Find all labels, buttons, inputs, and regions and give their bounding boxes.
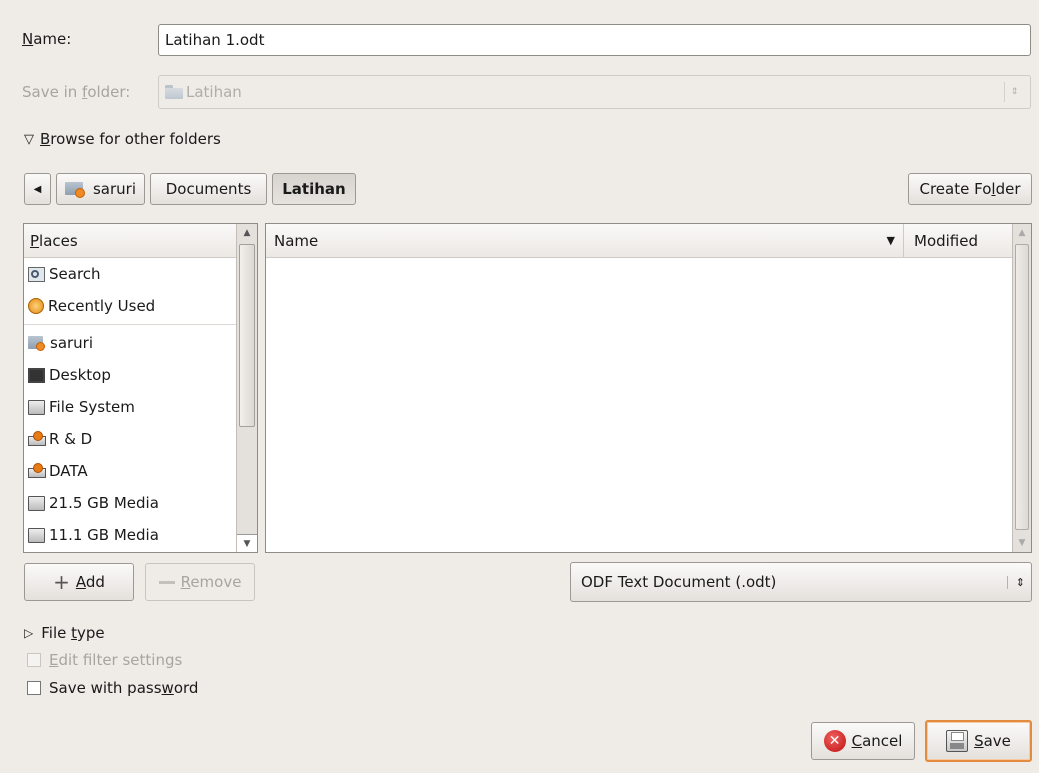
home-folder-icon bbox=[64, 180, 87, 198]
files-header: Name ▼ Modified bbox=[266, 224, 1012, 258]
save-label: Save bbox=[974, 732, 1011, 750]
save-in-folder-label: Save in folder: bbox=[22, 83, 131, 101]
save-with-password-label: Save with password bbox=[49, 679, 199, 697]
places-item-desktop[interactable]: Desktop bbox=[24, 359, 236, 391]
places-item-recently-used[interactable]: Recently Used bbox=[24, 290, 236, 322]
desktop-icon bbox=[28, 367, 45, 383]
files-scrollbar[interactable]: ▲ ▼ bbox=[1012, 224, 1031, 552]
browse-folders-expander[interactable]: ▽ Browse for other folders bbox=[24, 130, 221, 148]
path-crumb-documents[interactable]: Documents bbox=[150, 173, 267, 205]
column-name-label: Name bbox=[274, 231, 319, 250]
crumb-label: Latihan bbox=[282, 180, 346, 198]
remove-bookmark-button[interactable]: Remove bbox=[145, 563, 255, 601]
places-separator bbox=[24, 324, 236, 325]
column-name-header[interactable]: Name ▼ bbox=[266, 224, 904, 257]
places-scroll-thumb[interactable] bbox=[239, 244, 255, 427]
remove-icon bbox=[158, 580, 175, 584]
places-item-label: R & D bbox=[49, 430, 93, 448]
scroll-down-icon[interactable]: ▼ bbox=[237, 534, 257, 552]
triangle-right-icon: ▷ bbox=[24, 626, 34, 640]
path-back-button[interactable]: ◀ bbox=[24, 173, 51, 205]
places-item-label: DATA bbox=[49, 462, 88, 480]
create-folder-button[interactable]: Create Folder bbox=[908, 173, 1032, 205]
places-item-label: Recently Used bbox=[48, 297, 156, 315]
network-drive-icon bbox=[28, 430, 46, 447]
recent-icon bbox=[28, 298, 44, 314]
add-icon: + bbox=[53, 570, 70, 594]
places-header[interactable]: Places bbox=[24, 224, 236, 258]
places-item-file-system[interactable]: File System bbox=[24, 391, 236, 423]
places-item-saruri[interactable]: saruri bbox=[24, 327, 236, 359]
network-drive-icon bbox=[28, 462, 46, 479]
scroll-up-icon[interactable]: ▲ bbox=[237, 224, 257, 242]
checkbox-icon bbox=[27, 681, 41, 695]
file-type-label: File type bbox=[41, 624, 105, 642]
cancel-icon: ✕ bbox=[823, 730, 846, 752]
drive-icon bbox=[28, 495, 45, 511]
folder-icon bbox=[165, 85, 183, 99]
drive-icon bbox=[28, 527, 45, 543]
home-folder-icon bbox=[28, 334, 46, 352]
spin-updown-icon: ⇕ bbox=[1006, 575, 1025, 589]
file-list[interactable] bbox=[266, 258, 1012, 550]
scroll-down-icon[interactable]: ▼ bbox=[1013, 534, 1031, 552]
drive-icon bbox=[28, 399, 45, 415]
places-item-label: Desktop bbox=[49, 366, 111, 384]
arrow-left-icon: ◀ bbox=[33, 183, 42, 195]
crumb-label: saruri bbox=[92, 180, 136, 198]
places-item-label: File System bbox=[49, 398, 135, 416]
places-header-label: Places bbox=[30, 231, 78, 250]
edit-filter-settings-checkbox[interactable]: Edit filter settings bbox=[27, 651, 182, 669]
add-label: Add bbox=[75, 573, 105, 591]
path-crumb-saruri[interactable]: saruri bbox=[56, 173, 145, 205]
crumb-label: Documents bbox=[165, 180, 252, 198]
file-filter-combo[interactable]: ODF Text Document (.odt) ⇕ bbox=[570, 562, 1032, 602]
search-icon bbox=[28, 266, 45, 282]
places-item-label: Search bbox=[49, 265, 101, 283]
scroll-up-icon[interactable]: ▲ bbox=[1013, 224, 1031, 242]
save-in-folder-value: Latihan bbox=[186, 83, 242, 101]
places-item-label: 21.5 GB Media bbox=[49, 494, 159, 512]
filename-input[interactable]: Latihan 1.odt bbox=[158, 24, 1031, 56]
sort-down-icon: ▼ bbox=[886, 234, 895, 247]
places-item-search[interactable]: Search bbox=[24, 258, 236, 290]
places-item-label: 11.1 GB Media bbox=[49, 526, 159, 544]
places-item-label: saruri bbox=[50, 334, 94, 352]
files-panel: Name ▼ Modified ▲ ▼ bbox=[265, 223, 1032, 553]
column-modified-label: Modified bbox=[914, 231, 979, 250]
places-item-data[interactable]: DATA bbox=[24, 455, 236, 487]
file-type-expander[interactable]: ▷ File type bbox=[24, 624, 105, 642]
column-modified-header[interactable]: Modified bbox=[904, 232, 978, 250]
cancel-button[interactable]: ✕ Cancel bbox=[811, 722, 915, 760]
save-button[interactable]: Save bbox=[925, 720, 1032, 762]
browse-folders-label: Browse for other folders bbox=[40, 130, 221, 148]
floppy-disk-icon bbox=[946, 730, 969, 752]
triangle-down-icon: ▽ bbox=[24, 131, 34, 147]
places-item-21gb-media[interactable]: 21.5 GB Media bbox=[24, 487, 236, 519]
checkbox-icon bbox=[27, 653, 41, 667]
create-folder-label: Create Folder bbox=[919, 180, 1021, 198]
save-with-password-checkbox[interactable]: Save with password bbox=[27, 679, 198, 697]
places-panel: Places Search Recently Used saruri Deskt… bbox=[23, 223, 258, 553]
add-bookmark-button[interactable]: + Add bbox=[24, 563, 134, 601]
spin-updown-icon: ⇕ bbox=[1004, 82, 1024, 102]
places-item-r-and-d[interactable]: R & D bbox=[24, 423, 236, 455]
places-scrollbar[interactable]: ▲ ▼ bbox=[236, 224, 257, 552]
path-crumb-latihan[interactable]: Latihan bbox=[272, 173, 356, 205]
file-filter-value: ODF Text Document (.odt) bbox=[581, 573, 777, 591]
edit-filter-label: Edit filter settings bbox=[49, 651, 183, 669]
save-in-folder-combo[interactable]: Latihan ⇕ bbox=[158, 75, 1031, 109]
remove-label: Remove bbox=[180, 573, 242, 591]
places-item-11gb-media[interactable]: 11.1 GB Media bbox=[24, 519, 236, 551]
name-label: Name: bbox=[22, 30, 72, 48]
files-scroll-thumb[interactable] bbox=[1015, 244, 1029, 530]
cancel-label: Cancel bbox=[851, 732, 903, 750]
